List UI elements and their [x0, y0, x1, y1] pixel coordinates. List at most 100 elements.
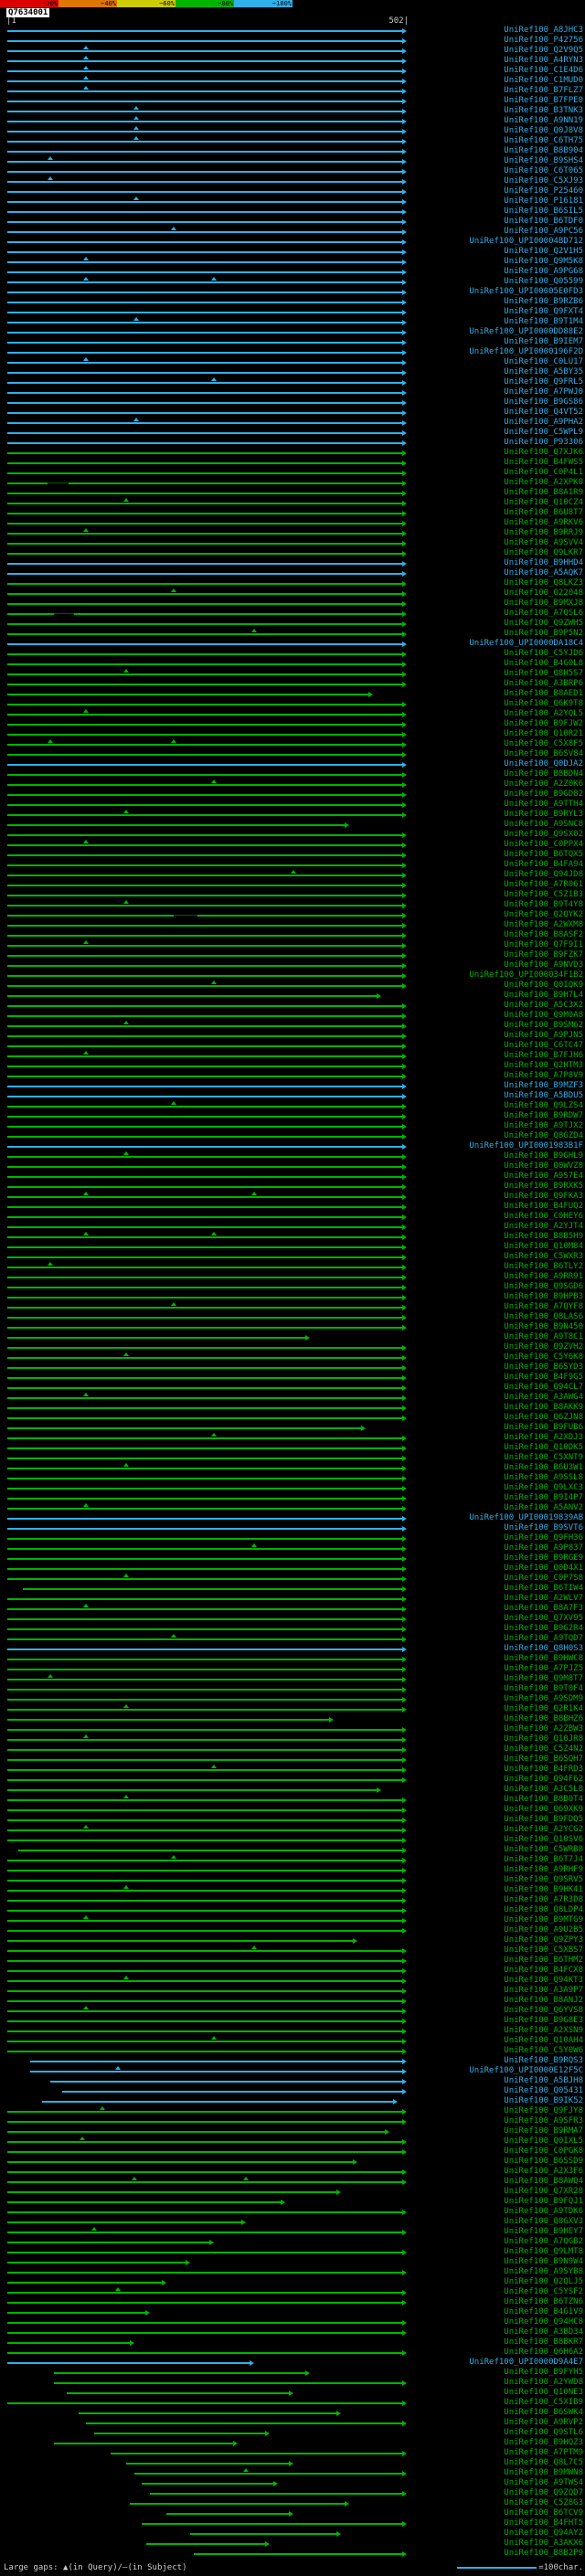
hit-label[interactable]: UniRef100_Q10SV6	[504, 1836, 583, 1844]
hit-line[interactable]	[54, 2443, 235, 2444]
hit-line[interactable]	[7, 1779, 403, 1781]
hit-label[interactable]: UniRef100_C0P4L1	[504, 469, 583, 477]
hit-line[interactable]	[7, 2252, 403, 2253]
hit-label[interactable]: UniRef100_B8A1R9	[504, 489, 583, 497]
hit-line[interactable]	[7, 2322, 403, 2324]
hit-label[interactable]: UniRef100_Q10M84	[504, 1243, 583, 1251]
hit-label[interactable]: UniRef100_B9G2R4	[504, 1625, 583, 1633]
hit-line[interactable]	[7, 754, 403, 756]
hit-line[interactable]	[7, 1568, 403, 1570]
hit-line[interactable]	[7, 1839, 403, 1841]
hit-label[interactable]: UniRef100_Q94CL7	[504, 1383, 583, 1392]
hit-line[interactable]	[7, 1648, 403, 1650]
hit-label[interactable]: UniRef100_B6TZN6	[504, 2298, 583, 2306]
hit-line[interactable]	[7, 784, 403, 786]
hit-label[interactable]: UniRef100_Q9FRL5	[504, 378, 583, 387]
hit-label[interactable]: UniRef100_Q9FH36	[504, 1534, 583, 1542]
hit-label[interactable]: UniRef100_B4F9G5	[504, 1373, 583, 1382]
hit-line[interactable]	[7, 1860, 403, 1861]
hit-label[interactable]: UniRef100_B9P5N2	[504, 630, 583, 638]
hit-label[interactable]: UniRef100_C5XBS7	[504, 1946, 583, 1955]
hit-label[interactable]: UniRef100_B9RQS3	[504, 2057, 583, 2065]
hit-line[interactable]	[30, 2071, 403, 2072]
hit-line[interactable]	[7, 533, 403, 535]
hit-label[interactable]: UniRef100_B4G1V9	[504, 2308, 583, 2316]
hit-line[interactable]	[7, 844, 403, 846]
hit-line[interactable]	[7, 2171, 403, 2173]
hit-line[interactable]	[7, 2181, 403, 2183]
hit-label[interactable]: UniRef100_B9GS86	[504, 398, 583, 407]
hit-label[interactable]: UniRef100_Q2R1K4	[504, 1705, 583, 1713]
hit-label[interactable]: UniRef100_Q0IQK9	[504, 981, 583, 990]
hit-line[interactable]	[7, 2010, 403, 2012]
hit-label[interactable]: UniRef100_B9MTG9	[504, 1916, 583, 1924]
hit-label[interactable]: UniRef100_B4FWS5	[504, 459, 583, 467]
hit-line[interactable]	[7, 2141, 403, 2143]
hit-line[interactable]	[7, 352, 403, 354]
hit-label[interactable]: UniRef100_B6THM2	[504, 1956, 583, 1965]
hit-line[interactable]	[7, 1699, 403, 1701]
hit-line[interactable]	[7, 1106, 403, 1108]
hit-line[interactable]	[7, 2362, 250, 2364]
hit-line[interactable]	[7, 643, 403, 645]
hit-label[interactable]: UniRef100_Q94HC8	[504, 2318, 583, 2327]
hit-label[interactable]: UniRef100_Q94AY2	[504, 2529, 583, 2538]
hit-line[interactable]	[7, 1498, 403, 1500]
hit-label[interactable]: UniRef100_C0PGK8	[504, 2147, 583, 2156]
hit-line[interactable]	[7, 1015, 403, 1017]
hit-label[interactable]: UniRef100_Q9M0A8	[504, 1012, 583, 1020]
hit-label[interactable]: UniRef100_B7FJH6	[504, 1052, 583, 1060]
hit-label[interactable]: UniRef100_Q6ZJN8	[504, 1414, 583, 1422]
hit-line[interactable]	[86, 2422, 403, 2424]
hit-line[interactable]	[7, 101, 403, 102]
hit-label[interactable]: UniRef100_B6SV84	[504, 750, 583, 758]
hit-line[interactable]	[7, 1930, 403, 1932]
hit-line[interactable]	[7, 653, 403, 655]
hit-label[interactable]: UniRef100_B8BKR7	[504, 2338, 583, 2347]
hit-line[interactable]	[7, 1950, 403, 1952]
hit-label[interactable]: UniRef100_Q7XJK6	[504, 449, 583, 457]
hit-label[interactable]: UniRef100_C0P7S8	[504, 1574, 583, 1583]
hit-line[interactable]	[7, 1759, 403, 1761]
hit-label[interactable]: UniRef100_B9GD82	[504, 790, 583, 799]
hit-label[interactable]: UniRef100_UPI0000DD88E2	[469, 328, 583, 336]
hit-line[interactable]	[7, 1216, 403, 1218]
hit-label[interactable]: UniRef100_B9HHD4	[504, 559, 583, 567]
hit-line[interactable]	[7, 332, 403, 334]
hit-label[interactable]: UniRef100_A2XDJ3	[504, 1434, 583, 1442]
hit-line[interactable]	[7, 40, 403, 42]
hit-label[interactable]: UniRef100_A2XPK0	[504, 479, 583, 487]
hit-label[interactable]: UniRef100_B8B5H9	[504, 1233, 583, 1241]
hit-line[interactable]	[7, 1618, 403, 1620]
hit-label[interactable]: UniRef100_Q8H5S7	[504, 670, 583, 678]
hit-line[interactable]	[7, 1910, 403, 1912]
hit-line[interactable]	[7, 2231, 403, 2233]
hit-label[interactable]: UniRef100_Q9SRV5	[504, 1876, 583, 1884]
hit-line[interactable]	[7, 2221, 242, 2223]
hit-line[interactable]	[7, 1116, 403, 1118]
hit-label[interactable]: UniRef100_UPI0001983B1F	[469, 1142, 583, 1150]
hit-label[interactable]: UniRef100_A9RVP2	[504, 2419, 583, 2427]
hit-line[interactable]	[54, 2372, 306, 2374]
hit-label[interactable]: UniRef100_B8AKK9	[504, 1404, 583, 1412]
hit-label[interactable]: UniRef100_C5Y0W6	[504, 2047, 583, 2055]
hit-line[interactable]	[78, 2412, 338, 2414]
hit-label[interactable]: UniRef100_P25460	[504, 187, 583, 196]
hit-line[interactable]	[7, 2332, 403, 2334]
hit-line[interactable]	[7, 1709, 403, 1711]
hit-line[interactable]	[7, 1729, 403, 1731]
hit-label[interactable]: UniRef100_B6SYD3	[504, 1363, 583, 1372]
hit-line[interactable]	[7, 1870, 403, 1871]
hit-line[interactable]	[7, 2312, 147, 2314]
hit-line[interactable]	[7, 2402, 403, 2404]
hit-line[interactable]	[7, 1045, 403, 1047]
hit-line[interactable]	[7, 714, 403, 716]
hit-line[interactable]	[7, 181, 403, 183]
hit-line[interactable]	[7, 1156, 403, 1158]
hit-line[interactable]	[7, 905, 403, 906]
hit-label[interactable]: UniRef100_Q10DK5	[504, 1444, 583, 1452]
hit-line[interactable]	[7, 2302, 403, 2304]
hit-label[interactable]: UniRef100_A9NVD3	[504, 961, 583, 970]
hit-label[interactable]: UniRef100_B6T7J4	[504, 1856, 583, 1864]
hit-label[interactable]: UniRef100_C0HEY6	[504, 1213, 583, 1221]
